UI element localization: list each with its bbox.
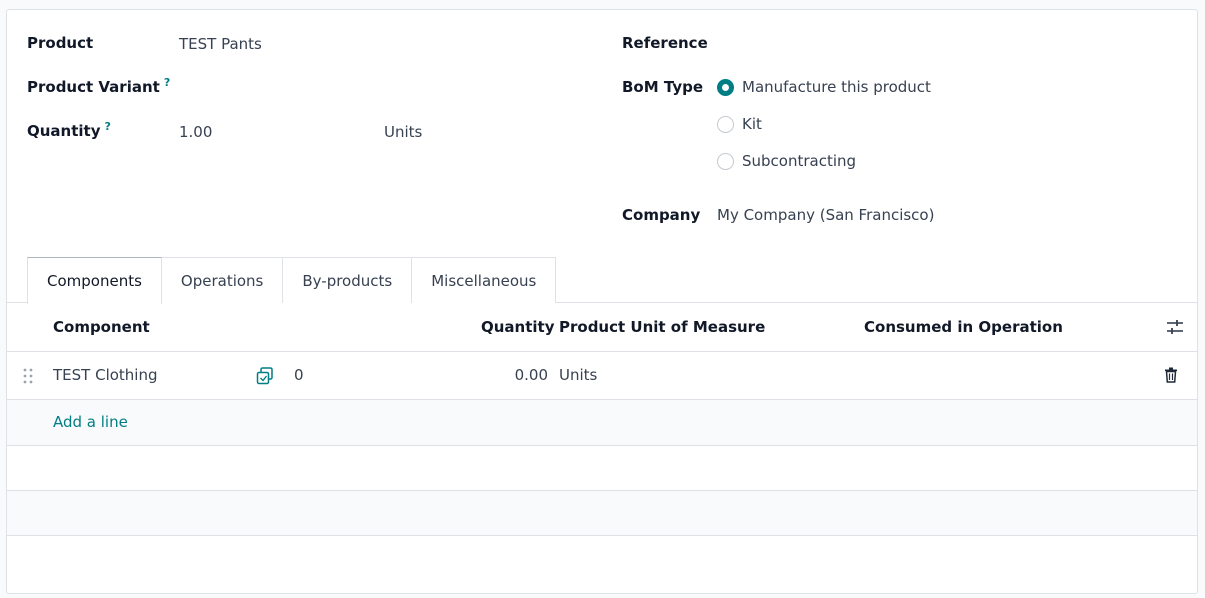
quantity-field[interactable]: 1.00	[179, 123, 212, 141]
empty-row	[7, 446, 1197, 491]
quantity-label-text: Quantity	[27, 122, 101, 140]
components-table-header: Component Quantity Product Unit of Measu…	[7, 303, 1197, 352]
product-field[interactable]: TEST Pants	[179, 35, 262, 53]
bom-type-subcontracting-option[interactable]: Subcontracting	[717, 152, 856, 170]
reference-label: Reference	[622, 34, 708, 52]
reference-field[interactable]	[717, 34, 1177, 54]
bom-type-option-label: Manufacture this product	[742, 78, 931, 96]
bom-type-manufacture-option[interactable]: Manufacture this product	[717, 78, 931, 96]
radio-checked-icon[interactable]	[717, 78, 734, 96]
company-field[interactable]: My Company (San Francisco)	[717, 206, 934, 224]
radio-unchecked-icon[interactable]	[717, 152, 734, 170]
quantity-label: Quantity?	[27, 120, 111, 140]
add-line-row: Add a line	[7, 400, 1197, 446]
bom-type-option-label: Kit	[742, 115, 762, 133]
tab-miscellaneous[interactable]: Miscellaneous	[411, 257, 557, 303]
component-count-cell[interactable]: 0	[294, 366, 304, 384]
product-variant-label: Product Variant?	[27, 76, 170, 96]
empty-row	[7, 491, 1197, 536]
bom-type-label: BoM Type	[622, 78, 704, 96]
tab-operations[interactable]: Operations	[160, 257, 284, 303]
sliders-icon[interactable]	[1166, 319, 1184, 339]
tab-components[interactable]: Components	[27, 257, 162, 304]
product-label: Product	[27, 34, 94, 52]
product-variant-label-text: Product Variant	[27, 78, 160, 96]
help-tooltip-icon[interactable]: ?	[105, 120, 111, 133]
help-tooltip-icon[interactable]: ?	[164, 76, 170, 89]
notebook-tabs: Components Operations By-products Miscel…	[27, 257, 557, 304]
quantity-uom-field[interactable]: Units	[384, 123, 422, 141]
quantity-cell[interactable]: 0.00	[500, 366, 548, 384]
table-row[interactable]: TEST Clothing 0 0.00 Units	[7, 352, 1197, 400]
trash-icon[interactable]	[1164, 367, 1178, 387]
uom-cell[interactable]: Units	[559, 366, 597, 384]
column-header-uom[interactable]: Product Unit of Measure	[559, 318, 765, 336]
company-label: Company	[622, 206, 701, 224]
bom-type-option-label: Subcontracting	[742, 152, 857, 170]
consumed-in-operation-cell[interactable]	[864, 366, 1144, 384]
bom-form-sheet: Product TEST Pants Product Variant? Quan…	[6, 9, 1198, 594]
bom-type-kit-option[interactable]: Kit	[717, 115, 762, 133]
column-header-quantity[interactable]: Quantity	[481, 318, 555, 336]
copy-icon[interactable]	[256, 367, 274, 389]
radio-unchecked-icon[interactable]	[717, 115, 734, 133]
component-cell[interactable]: TEST Clothing	[53, 366, 158, 384]
column-header-component[interactable]: Component	[53, 318, 150, 336]
product-variant-field[interactable]	[179, 78, 579, 98]
column-header-consumed-in-operation[interactable]: Consumed in Operation	[864, 318, 1063, 336]
drag-handle-icon[interactable]	[23, 368, 33, 388]
add-a-line-link[interactable]: Add a line	[53, 413, 128, 431]
tab-by-products[interactable]: By-products	[282, 257, 413, 303]
